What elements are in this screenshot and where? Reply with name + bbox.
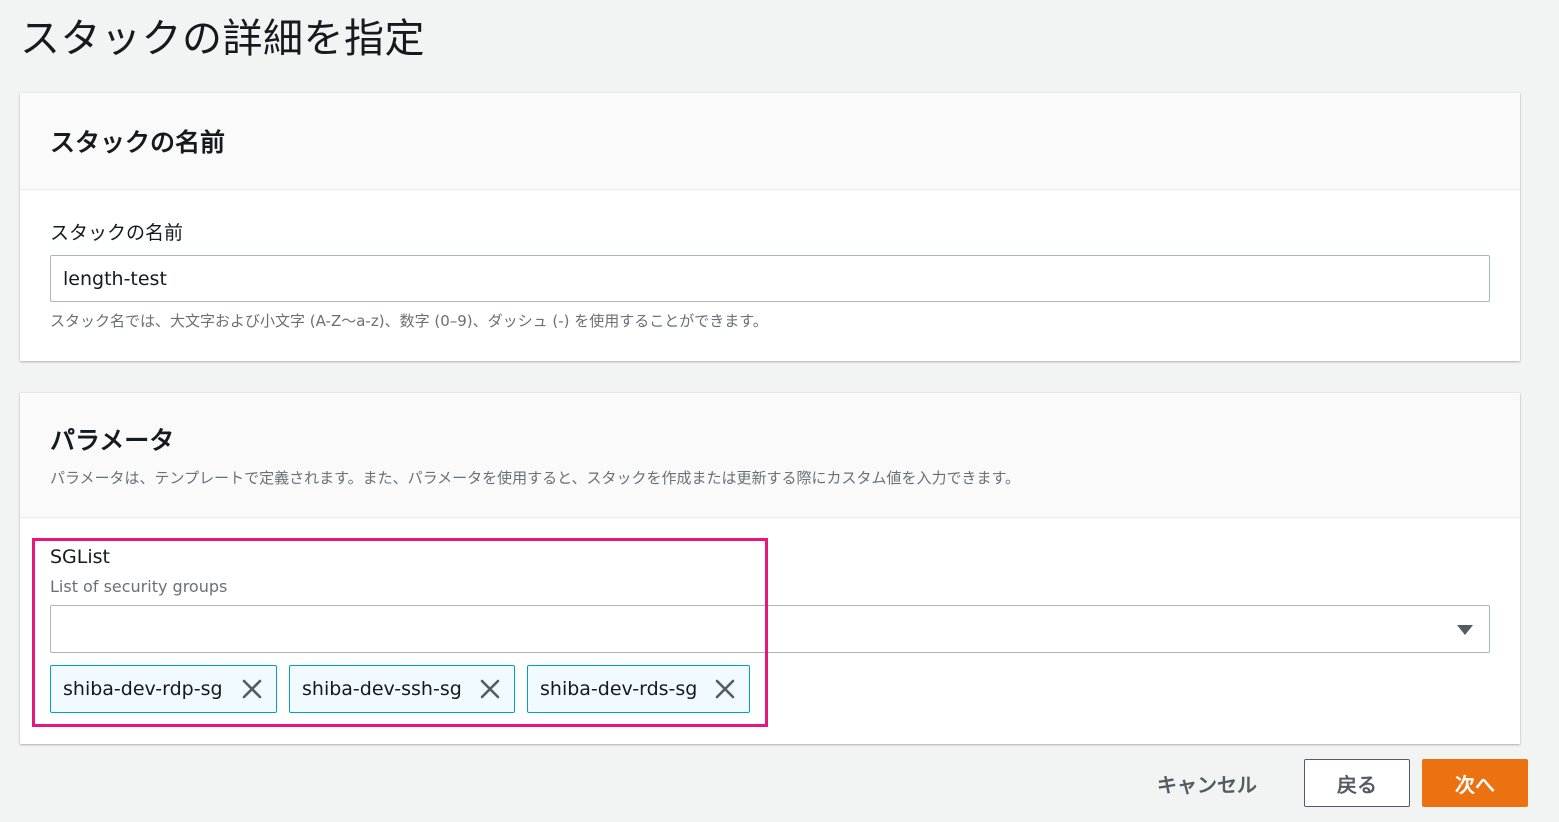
page-title: スタックの詳細を指定: [20, 16, 425, 62]
cancel-button[interactable]: キャンセル: [1140, 760, 1274, 806]
stack-name-input[interactable]: [50, 255, 1490, 302]
parameters-panel-title: パラメータ: [50, 426, 175, 455]
stack-name-constraint: スタック名では、大文字および小文字 (A-Z～a-z)、数字 (0–9)、ダッシ…: [50, 312, 768, 330]
close-icon[interactable]: [478, 677, 502, 701]
stack-name-panel-title: スタックの名前: [50, 128, 226, 157]
sg-token: shiba-dev-ssh-sg: [289, 665, 515, 713]
stack-name-label: スタックの名前: [50, 222, 184, 244]
back-button[interactable]: 戻る: [1304, 759, 1410, 807]
next-button[interactable]: 次へ: [1422, 759, 1528, 807]
parameters-panel-description: パラメータは、テンプレートで定義されます。また、パラメータを使用すると、スタック…: [50, 469, 1021, 487]
parameters-panel-header: パラメータ パラメータは、テンプレートで定義されます。また、パラメータを使用する…: [20, 393, 1520, 518]
sg-token-label: shiba-dev-rdp-sg: [63, 678, 223, 700]
stack-name-panel-header: スタックの名前: [20, 93, 1520, 190]
close-icon[interactable]: [240, 677, 264, 701]
sg-token: shiba-dev-rdp-sg: [50, 665, 277, 713]
sg-token-label: shiba-dev-ssh-sg: [302, 678, 462, 700]
sglist-multiselect[interactable]: [50, 605, 1490, 653]
stack-name-panel: スタックの名前 スタックの名前 スタック名では、大文字および小文字 (A-Z～a…: [20, 93, 1520, 361]
close-icon[interactable]: [713, 677, 737, 701]
sglist-description: List of security groups: [50, 577, 228, 596]
sglist-label: SGList: [50, 546, 110, 568]
caret-down-icon: [1457, 625, 1473, 635]
sg-token: shiba-dev-rds-sg: [527, 665, 750, 713]
sg-token-label: shiba-dev-rds-sg: [540, 678, 698, 700]
